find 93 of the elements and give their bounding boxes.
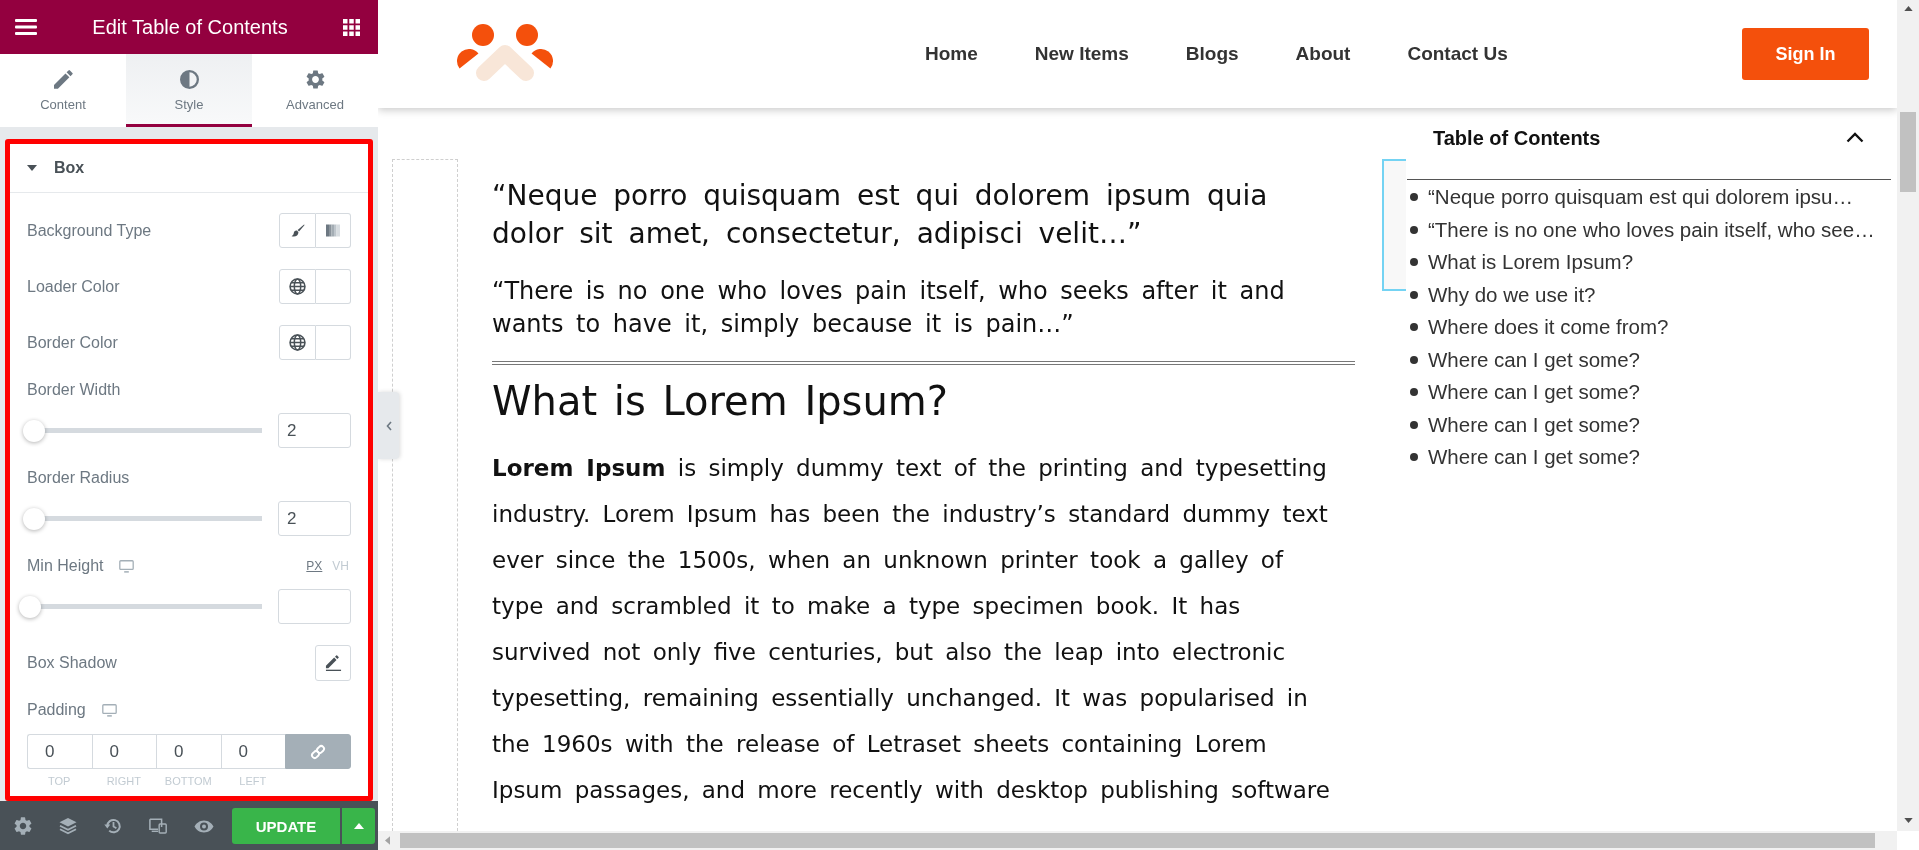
globe-icon	[289, 334, 306, 351]
caret-up-icon	[353, 823, 364, 829]
bullet-icon	[1410, 290, 1418, 299]
scrollbar-thumb[interactable]	[1900, 112, 1916, 192]
quote-text: “There is no one who loves pain itself, who seeks after it and wants to have it, simply because it is pain…”	[492, 276, 1286, 340]
panel-title: Edit Table of Contents	[91, 15, 289, 39]
link-icon	[310, 743, 326, 760]
color-swatch[interactable]	[316, 269, 351, 304]
slider-thumb[interactable]	[23, 507, 46, 530]
bullet-icon	[1410, 225, 1418, 234]
bullet-icon	[1410, 258, 1418, 267]
control-label: Min Height	[27, 557, 104, 575]
bullet-icon	[1410, 388, 1418, 397]
gear-icon	[305, 70, 325, 89]
pencil-icon	[324, 654, 342, 671]
toc-link[interactable]: Where can I get some?	[1428, 412, 1640, 437]
toc-link[interactable]: Where can I get some?	[1428, 347, 1640, 372]
slider-thumb[interactable]	[23, 419, 46, 442]
nav-link[interactable]: New Items	[1034, 43, 1129, 65]
toc-title: Table of Contents	[1433, 126, 1601, 150]
toc-link[interactable]: “Neque porro quisquam est qui dolorem ipsu…	[1428, 185, 1854, 210]
toc-link[interactable]: “There is no one who loves pain itself, who see…	[1428, 217, 1875, 242]
global-colors-button[interactable]	[279, 325, 316, 360]
bullet-icon	[1410, 323, 1418, 332]
layers-icon[interactable]	[59, 817, 77, 835]
unit-option[interactable]: PX	[306, 559, 323, 573]
caret-down-icon	[27, 165, 37, 171]
nav-link[interactable]: About	[1295, 43, 1351, 65]
bullet-icon	[1410, 355, 1418, 364]
number-input[interactable]: 0	[220, 734, 285, 769]
section-heading: What is Lorem Ipsum?	[492, 377, 949, 425]
history-icon[interactable]	[104, 817, 122, 835]
more-options-button[interactable]	[342, 808, 375, 844]
toc-link[interactable]: What is Lorem Ipsum?	[1428, 250, 1634, 275]
number-input[interactable]: 0	[91, 734, 156, 769]
chevron-up-icon[interactable]	[1846, 132, 1864, 143]
control-label: Background Type	[27, 221, 152, 240]
link-toggle-button[interactable]	[285, 734, 351, 769]
brush-option-button[interactable]	[279, 213, 316, 248]
number-input[interactable]: 2	[278, 413, 351, 448]
scroll-left-arrow-icon[interactable]	[385, 836, 390, 845]
chevron-left-icon	[385, 420, 392, 431]
gradient-icon	[326, 224, 340, 237]
nav-link[interactable]: Home	[925, 43, 978, 65]
slider-thumb[interactable]	[19, 595, 41, 618]
edit-button[interactable]	[315, 644, 351, 681]
nav-link[interactable]: Contact Us	[1407, 43, 1508, 65]
globe-icon	[289, 278, 306, 295]
global-colors-button[interactable]	[279, 269, 316, 304]
field-caption: BOTTOM	[163, 775, 213, 787]
scroll-up-arrow-icon[interactable]	[1903, 6, 1913, 11]
vertical-scrollbar[interactable]	[1897, 0, 1919, 831]
sign-in-button[interactable]: Sign In	[1742, 28, 1869, 80]
control-label: Border Color	[27, 333, 118, 352]
nav-link[interactable]: Blogs	[1185, 43, 1239, 65]
body-paragraph: Lorem Ipsum is simply dummy text of the printing and typesetting industry. Lorem Ipsum has been the industry’s standard dummy text ever since the 1500s, when an unknown printer took a galley of type and scrambled it to make a type specimen book. It has survived not only five centuries, but also the leap into electronic typesetting, remaining essentially unchanged. It was popularised in the 1960s with the release of Letraset sheets containing Lorem Ipsum passages, and more recently with desktop publishing software	[492, 454, 1331, 805]
eye-icon[interactable]	[194, 819, 214, 833]
toc-link[interactable]: Where does it come from?	[1428, 315, 1669, 340]
quote-text: “Neque porro quisquam est qui dolorem ipsum quia dolor sit amet, consectetur, adipisci velit…”	[492, 178, 1269, 252]
color-swatch[interactable]	[316, 325, 351, 360]
gear-icon[interactable]	[14, 817, 32, 835]
field-caption: TOP	[47, 775, 72, 787]
toc-link[interactable]: Why do we use it?	[1428, 282, 1596, 307]
monitor-icon[interactable]	[101, 703, 117, 717]
gradient-option-button[interactable]	[316, 213, 351, 248]
scrollbar-thumb[interactable]	[400, 833, 1875, 848]
bullet-icon	[1410, 420, 1418, 429]
bullet-icon	[1410, 193, 1418, 202]
control-label: Border Width	[27, 381, 121, 399]
monitor-icon[interactable]	[119, 559, 135, 573]
control-label: Border Radius	[27, 469, 130, 487]
control-label: Box Shadow	[27, 653, 117, 672]
panel-tab[interactable]: Style	[126, 54, 252, 127]
horizontal-scrollbar[interactable]	[378, 831, 1897, 850]
toc-link[interactable]: Where can I get some?	[1428, 445, 1640, 470]
section-toggle[interactable]: Box	[10, 144, 368, 193]
responsive-devices-icon[interactable]	[149, 817, 167, 835]
number-input[interactable]: 0	[27, 734, 92, 769]
menu-icon[interactable]	[15, 19, 37, 35]
number-input[interactable]: 0	[156, 734, 221, 769]
half-circle-icon	[179, 70, 199, 89]
field-caption: RIGHT	[105, 775, 142, 787]
bullet-icon	[1410, 453, 1418, 462]
scroll-down-arrow-icon[interactable]	[1903, 818, 1913, 823]
brush-icon	[290, 224, 305, 237]
grid-icon[interactable]	[343, 18, 360, 36]
pencil-icon	[53, 70, 73, 89]
toc-link[interactable]: Where can I get some?	[1428, 380, 1640, 405]
field-caption: LEFT	[238, 775, 268, 787]
control-label: Loader Color	[27, 277, 120, 296]
number-input[interactable]	[278, 589, 351, 624]
number-input[interactable]: 2	[278, 501, 351, 536]
control-label: Padding	[27, 701, 86, 719]
